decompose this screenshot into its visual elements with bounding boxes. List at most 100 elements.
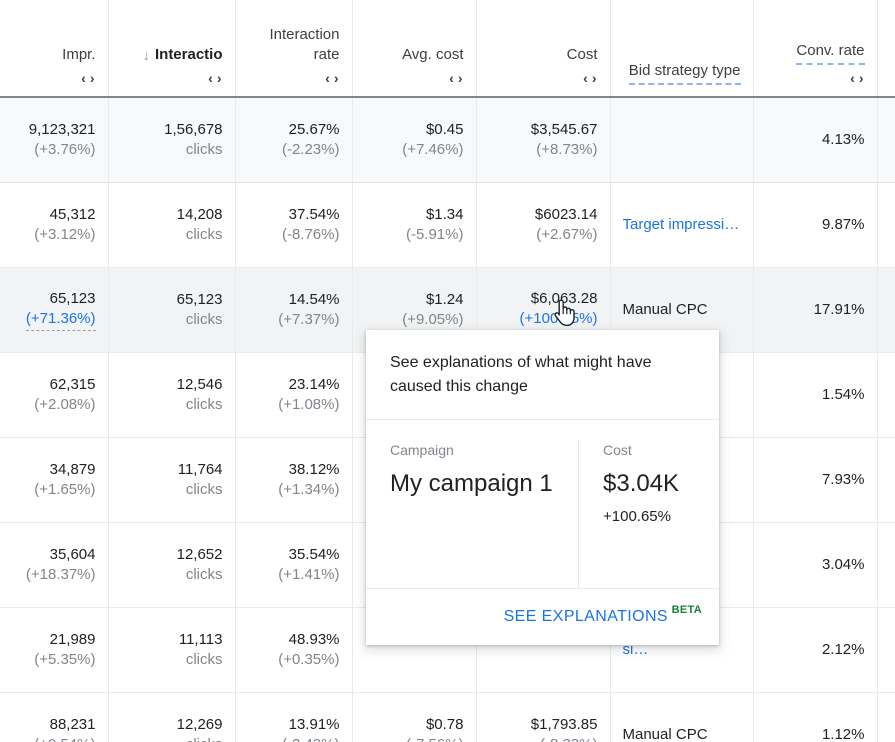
- interaction-rate-delta: (-2.23%): [248, 140, 340, 160]
- column-resize-interaction-rate[interactable]: ‹ ›: [325, 71, 339, 85]
- chevron-left-icon[interactable]: ‹: [449, 71, 455, 85]
- chevron-left-icon[interactable]: ‹: [583, 71, 589, 85]
- chevron-right-icon[interactable]: ›: [90, 71, 96, 85]
- interaction-rate-delta: (+7.37%): [248, 310, 340, 330]
- chevron-right-icon[interactable]: ›: [859, 71, 865, 85]
- cost-delta-wrap: (+100.65%): [489, 309, 598, 331]
- table-row[interactable]: 88,231(+0.54%)12,269clicks13.91%(-2.42%)…: [0, 692, 895, 742]
- column-header-interactions[interactable]: ↓ Interactio ‹ ›: [108, 0, 235, 97]
- interactions-delta: clicks: [121, 140, 223, 160]
- cell-interaction-rate: 35.54%(+1.41%): [235, 522, 352, 607]
- cell-interaction-rate: 38.12%(+1.34%): [235, 437, 352, 522]
- interaction-rate-delta: (+1.41%): [248, 565, 340, 585]
- chevron-left-icon[interactable]: ‹: [208, 71, 214, 85]
- impr-delta: (+1.65%): [12, 480, 96, 500]
- cost-value: $6023.14: [489, 205, 598, 225]
- cell-impr: 21,989(+5.35%): [0, 607, 108, 692]
- conv-rate-value: 1.54%: [766, 385, 865, 405]
- cell-bid-strategy-type[interactable]: Target impressi…: [610, 182, 753, 267]
- interaction-rate-delta: (-8.76%): [248, 225, 340, 245]
- impr-value: 88,231: [12, 715, 96, 735]
- cell-conv-rate: 3.04%: [753, 522, 877, 607]
- column-header-avg-cost-label: Avg. cost: [402, 45, 463, 65]
- interaction-rate-value: 38.12%: [248, 460, 340, 480]
- see-explanations-button[interactable]: SEE EXPLANATIONS BETA: [504, 608, 702, 626]
- column-header-interaction-rate[interactable]: Interaction rate ‹ ›: [235, 0, 352, 97]
- avg-cost-delta: (+7.46%): [365, 140, 464, 160]
- column-header-impr[interactable]: Impr. ‹ ›: [0, 0, 108, 97]
- conv-rate-value: 1.12%: [766, 725, 865, 742]
- tooltip-footer: SEE EXPLANATIONS BETA: [366, 588, 719, 645]
- tooltip-metrics: Campaign My campaign 1 Cost $3.04K +100.…: [366, 420, 719, 588]
- column-header-conv-rate-label: Conv. rate: [796, 41, 864, 65]
- chevron-right-icon[interactable]: ›: [592, 71, 598, 85]
- column-resize-avg-cost[interactable]: ‹ ›: [449, 71, 463, 85]
- interactions-value: 65,123: [121, 290, 223, 310]
- column-resize-conv-rate[interactable]: ‹ ›: [850, 71, 864, 85]
- interaction-rate-value: 14.54%: [248, 290, 340, 310]
- header-row: Impr. ‹ › ↓ Interactio: [0, 0, 895, 97]
- chevron-left-icon[interactable]: ‹: [81, 71, 87, 85]
- column-resize-interactions[interactable]: ‹ ›: [208, 71, 222, 85]
- conv-rate-value: 3.04%: [766, 555, 865, 575]
- cell-interactions: 14,208clicks: [108, 182, 235, 267]
- cell-conv-rate: 9.87%: [753, 182, 877, 267]
- interaction-rate-value: 23.14%: [248, 375, 340, 395]
- column-header-extra: [877, 0, 895, 97]
- cell-conv-rate: 17.91%: [753, 267, 877, 352]
- chevron-right-icon[interactable]: ›: [458, 71, 464, 85]
- interactions-delta: clicks: [121, 565, 223, 585]
- column-header-impr-label: Impr.: [62, 45, 95, 65]
- interaction-rate-value: 25.67%: [248, 120, 340, 140]
- interaction-rate-delta: (+0.35%): [248, 650, 340, 670]
- column-header-bid-strategy-type-label: Bid strategy type: [629, 61, 741, 85]
- avg-cost-delta: (+9.05%): [365, 310, 464, 330]
- chevron-right-icon[interactable]: ›: [334, 71, 340, 85]
- avg-cost-delta: (-7.56%): [365, 735, 464, 742]
- cell-extra: [877, 692, 895, 742]
- cell-impr: 88,231(+0.54%): [0, 692, 108, 742]
- cost-delta-link[interactable]: (+100.65%): [520, 309, 598, 331]
- tooltip-cost-value: $3.04K: [603, 469, 701, 499]
- chevron-left-icon[interactable]: ‹: [325, 71, 331, 85]
- metrics-table-screen: Impr. ‹ › ↓ Interactio: [0, 0, 895, 742]
- column-header-interaction-rate-label: Interaction rate: [248, 25, 340, 65]
- chevron-left-icon[interactable]: ‹: [850, 71, 856, 85]
- conv-rate-value: 17.91%: [766, 300, 865, 320]
- column-header-conv-rate[interactable]: Conv. rate ‹ ›: [753, 0, 877, 97]
- tooltip-campaign-label: Campaign: [390, 440, 560, 460]
- cell-impr: 45,312(+3.12%): [0, 182, 108, 267]
- cell-bid-strategy-type: Manual CPC: [610, 692, 753, 742]
- column-header-avg-cost[interactable]: Avg. cost ‹ ›: [352, 0, 476, 97]
- interactions-delta: clicks: [121, 225, 223, 245]
- conv-rate-value: 2.12%: [766, 640, 865, 660]
- cell-interactions: 65,123clicks: [108, 267, 235, 352]
- impr-delta-link[interactable]: (+71.36%): [26, 309, 96, 331]
- interactions-value: 11,113: [121, 630, 223, 650]
- column-resize-impr[interactable]: ‹ ›: [81, 71, 95, 85]
- table-row[interactable]: 45,312(+3.12%)14,208clicks 37.54%(-8.76%)…: [0, 182, 895, 267]
- impr-delta: (+0.54%): [12, 735, 96, 742]
- tooltip-campaign-value: My campaign 1: [390, 469, 560, 499]
- impr-delta: (+3.76%): [12, 140, 96, 160]
- bid-strategy-link[interactable]: Target impressi…: [623, 215, 741, 235]
- column-resize-cost[interactable]: ‹ ›: [583, 71, 597, 85]
- interactions-delta: clicks: [121, 735, 223, 742]
- interactions-value: 12,269: [121, 715, 223, 735]
- column-header-bid-strategy-type[interactable]: Bid strategy type: [610, 0, 753, 97]
- tooltip-headline: See explanations of what might have caus…: [366, 330, 719, 420]
- interactions-value: 1,56,678: [121, 120, 223, 140]
- impr-delta: (+2.08%): [12, 395, 96, 415]
- cost-delta: (+2.67%): [489, 225, 598, 245]
- table-row[interactable]: 9,123,321(+3.76%)1,56,678clicks25.67%(-2…: [0, 97, 895, 182]
- chevron-right-icon[interactable]: ›: [217, 71, 223, 85]
- impr-value: 34,879: [12, 460, 96, 480]
- cell-extra: [877, 437, 895, 522]
- interactions-value: 12,652: [121, 545, 223, 565]
- interaction-rate-value: 37.54%: [248, 205, 340, 225]
- cell-interaction-rate: 25.67%(-2.23%): [235, 97, 352, 182]
- cell-conv-rate: 4.13%: [753, 97, 877, 182]
- cell-conv-rate: 1.54%: [753, 352, 877, 437]
- conv-rate-value: 4.13%: [766, 130, 865, 150]
- column-header-cost[interactable]: Cost ‹ ›: [476, 0, 610, 97]
